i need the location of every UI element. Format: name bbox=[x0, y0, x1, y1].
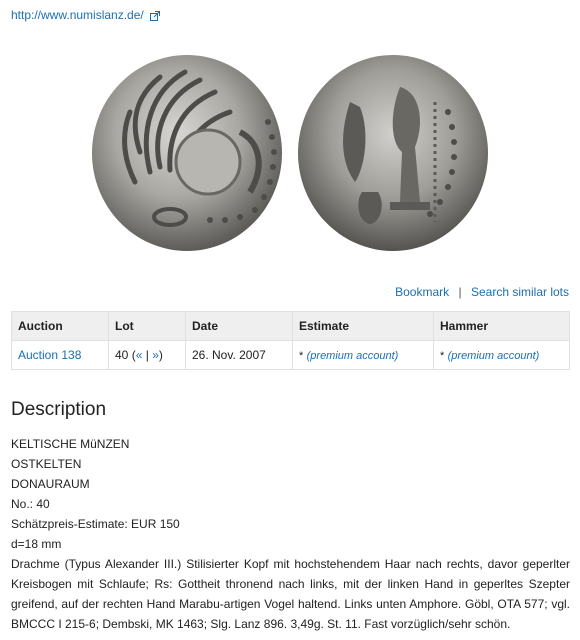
lot-nav-separator: | bbox=[145, 348, 149, 362]
previous-lot-link[interactable]: « bbox=[136, 348, 143, 362]
hammer-premium-link[interactable]: (premium account) bbox=[448, 350, 540, 362]
bookmark-link[interactable]: Bookmark bbox=[395, 285, 449, 299]
cell-hammer: * (premium account) bbox=[433, 340, 570, 370]
description-paragraph: Drachme (Typus Alexander III.) Stilisier… bbox=[11, 557, 570, 631]
header-lot: Lot bbox=[108, 311, 186, 341]
description-line: No.: 40 bbox=[11, 497, 50, 511]
description-line: KELTISCHE MüNZEN bbox=[11, 437, 130, 451]
search-similar-lots-link[interactable]: Search similar lots bbox=[471, 285, 569, 299]
actions-separator: | bbox=[458, 285, 462, 299]
estimate-asterisk: * bbox=[299, 350, 304, 362]
lot-table-header: Auction Lot Date Estimate Hammer bbox=[11, 311, 570, 341]
cell-estimate: * (premium account) bbox=[292, 340, 434, 370]
lot-nav-close: ) bbox=[158, 348, 163, 362]
description-body: KELTISCHE MüNZEN OSTKELTEN DONAURAUM No.… bbox=[11, 434, 570, 634]
header-auction: Auction bbox=[11, 311, 109, 341]
coin-reverse bbox=[298, 55, 488, 251]
estimate-premium-link[interactable]: (premium account) bbox=[307, 350, 399, 362]
description-line: OSTKELTEN bbox=[11, 457, 82, 471]
header-date: Date bbox=[185, 311, 293, 341]
next-lot-link[interactable]: » bbox=[152, 348, 159, 362]
lot-actions: Bookmark | Search similar lots bbox=[395, 285, 569, 299]
external-link-icon[interactable] bbox=[149, 10, 160, 21]
description-heading: Description bbox=[11, 399, 107, 420]
description-line: d=18 mm bbox=[11, 537, 62, 551]
lot-number: 40 bbox=[115, 348, 129, 362]
cell-date: 26. Nov. 2007 bbox=[185, 340, 293, 370]
hammer-asterisk: * bbox=[440, 350, 445, 362]
cell-auction: Auction 138 bbox=[11, 340, 109, 370]
cell-lot: 40 (« | ») bbox=[108, 340, 186, 370]
table-row: Auction 138 40 (« | ») 26. Nov. 2007 * (… bbox=[11, 340, 570, 370]
description-line: Schätzpreis-Estimate: EUR 150 bbox=[11, 517, 180, 531]
lot-table: Auction Lot Date Estimate Hammer Auction… bbox=[11, 311, 570, 370]
source-link[interactable]: http://www.numislanz.de/ bbox=[11, 8, 144, 22]
description-line: DONAURAUM bbox=[11, 477, 90, 491]
header-hammer: Hammer bbox=[433, 311, 570, 341]
coin-obverse bbox=[92, 55, 282, 251]
header-estimate: Estimate bbox=[292, 311, 434, 341]
coin-photo[interactable] bbox=[90, 52, 490, 254]
source-link-row: http://www.numislanz.de/ bbox=[11, 8, 160, 22]
auction-link[interactable]: Auction 138 bbox=[18, 348, 81, 362]
